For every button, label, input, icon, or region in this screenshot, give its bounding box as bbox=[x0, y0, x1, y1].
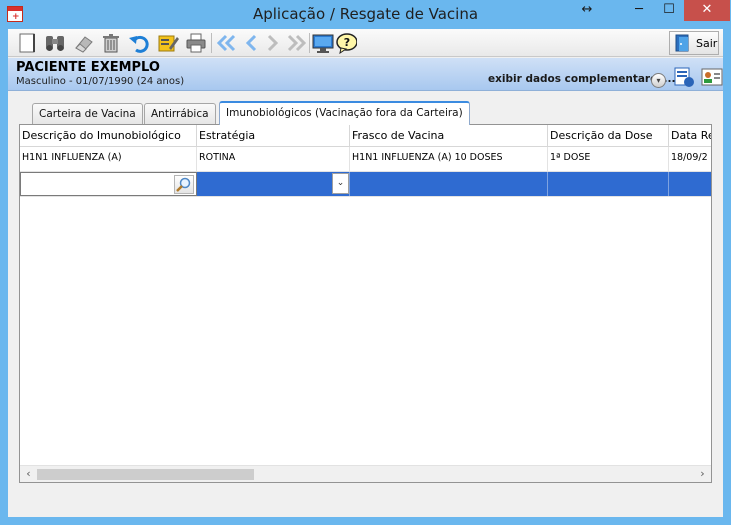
exit-button[interactable]: Sair bbox=[669, 31, 719, 55]
close-button[interactable]: ✕ bbox=[684, 0, 730, 21]
svg-text:?: ? bbox=[344, 36, 350, 49]
scrollbar-thumb[interactable] bbox=[37, 469, 254, 480]
tab-carteira-de-vacina[interactable]: Carteira de Vacina bbox=[32, 103, 143, 124]
tab-antirrabica[interactable]: Antirrábica bbox=[144, 103, 216, 124]
binoculars-search-icon[interactable] bbox=[44, 32, 66, 54]
table-cell[interactable]: 18/09/2 bbox=[669, 147, 711, 171]
patient-header: PACIENTE EXEMPLO Masculino - 01/07/1990 … bbox=[8, 58, 723, 91]
toolbar-separator bbox=[211, 33, 212, 53]
tab-panel: Carteira de Vacina Antirrábica Imunobiol… bbox=[8, 92, 723, 517]
column-header[interactable]: Descrição do Imunobiológico bbox=[20, 125, 197, 146]
edit-note-icon[interactable] bbox=[157, 32, 179, 54]
new-document-icon[interactable] bbox=[16, 32, 38, 54]
exit-door-icon bbox=[675, 34, 689, 52]
scroll-left-icon[interactable]: ‹ bbox=[20, 466, 37, 482]
monitor-icon[interactable] bbox=[312, 32, 334, 54]
trash-icon[interactable] bbox=[100, 32, 122, 54]
next-record-icon[interactable] bbox=[262, 32, 284, 54]
horizontal-scrollbar[interactable]: ‹ › bbox=[20, 465, 711, 482]
last-record-icon[interactable] bbox=[284, 32, 306, 54]
patient-info: Masculino - 01/07/1990 (24 anos) bbox=[16, 76, 185, 87]
title-bar[interactable]: + Aplicação / Resgate de Vacina ↔ ─ ☐ ✕ bbox=[0, 0, 731, 29]
scroll-right-icon[interactable]: › bbox=[694, 466, 711, 482]
window-title: Aplicação / Resgate de Vacina bbox=[252, 5, 479, 23]
printer-icon[interactable] bbox=[185, 32, 207, 54]
toolbar: ? Sair bbox=[8, 29, 723, 57]
application-window: + Aplicação / Resgate de Vacina ↔ ─ ☐ ✕ bbox=[0, 0, 731, 525]
table-cell[interactable] bbox=[548, 172, 669, 196]
patient-card-icon[interactable] bbox=[701, 66, 723, 88]
client-area: ? Sair PACIENTE EXEMPLO Masculino - 01/0… bbox=[8, 29, 723, 517]
patient-record-icon[interactable] bbox=[673, 66, 695, 88]
immunobiological-field[interactable] bbox=[20, 172, 197, 196]
table-cell[interactable] bbox=[669, 172, 711, 196]
grid-header: Descrição do Imunobiológico Estratégia F… bbox=[20, 125, 711, 147]
maximize-button[interactable]: ☐ bbox=[654, 0, 684, 21]
new-entry-row[interactable]: ⌄ bbox=[20, 172, 711, 197]
help-icon[interactable]: ? bbox=[335, 32, 357, 54]
vaccine-grid[interactable]: Descrição do Imunobiológico Estratégia F… bbox=[19, 124, 712, 483]
magnifier-icon bbox=[176, 177, 191, 192]
table-row[interactable]: H1N1 INFLUENZA (A) ROTINA H1N1 INFLUENZA… bbox=[20, 147, 711, 172]
minimize-button[interactable]: ─ bbox=[624, 0, 654, 21]
table-cell[interactable] bbox=[350, 172, 548, 196]
expand-details-icon[interactable]: ▾ bbox=[651, 73, 666, 88]
tab-imunobiologicos[interactable]: Imunobiológicos (Vacinação fora da Carte… bbox=[219, 101, 470, 125]
column-header[interactable]: Estratégia bbox=[197, 125, 350, 146]
immunobiological-input[interactable] bbox=[21, 173, 196, 195]
previous-record-icon[interactable] bbox=[240, 32, 262, 54]
first-record-icon[interactable] bbox=[215, 32, 237, 54]
patient-name: PACIENTE EXEMPLO bbox=[16, 60, 160, 75]
exit-button-label: Sair bbox=[696, 36, 718, 50]
undo-icon[interactable] bbox=[128, 32, 150, 54]
restore-size-icon[interactable]: ↔ bbox=[572, 0, 602, 21]
toolbar-separator bbox=[309, 33, 310, 53]
chevron-down-icon[interactable]: ⌄ bbox=[332, 173, 349, 194]
table-cell[interactable]: H1N1 INFLUENZA (A) 10 DOSES bbox=[350, 147, 548, 171]
table-cell[interactable]: ROTINA bbox=[197, 147, 350, 171]
table-cell[interactable]: H1N1 INFLUENZA (A) bbox=[20, 147, 197, 171]
column-header[interactable]: Frasco de Vacina bbox=[350, 125, 548, 146]
lookup-button[interactable] bbox=[174, 175, 194, 194]
show-details-link[interactable]: exibir dados complementares... bbox=[488, 73, 675, 85]
strategy-combobox[interactable]: ⌄ bbox=[197, 172, 350, 196]
column-header[interactable]: Descrição da Dose bbox=[548, 125, 669, 146]
table-cell[interactable]: 1ª DOSE bbox=[548, 147, 669, 171]
column-header[interactable]: Data Re bbox=[669, 125, 711, 146]
eraser-icon[interactable] bbox=[72, 32, 94, 54]
